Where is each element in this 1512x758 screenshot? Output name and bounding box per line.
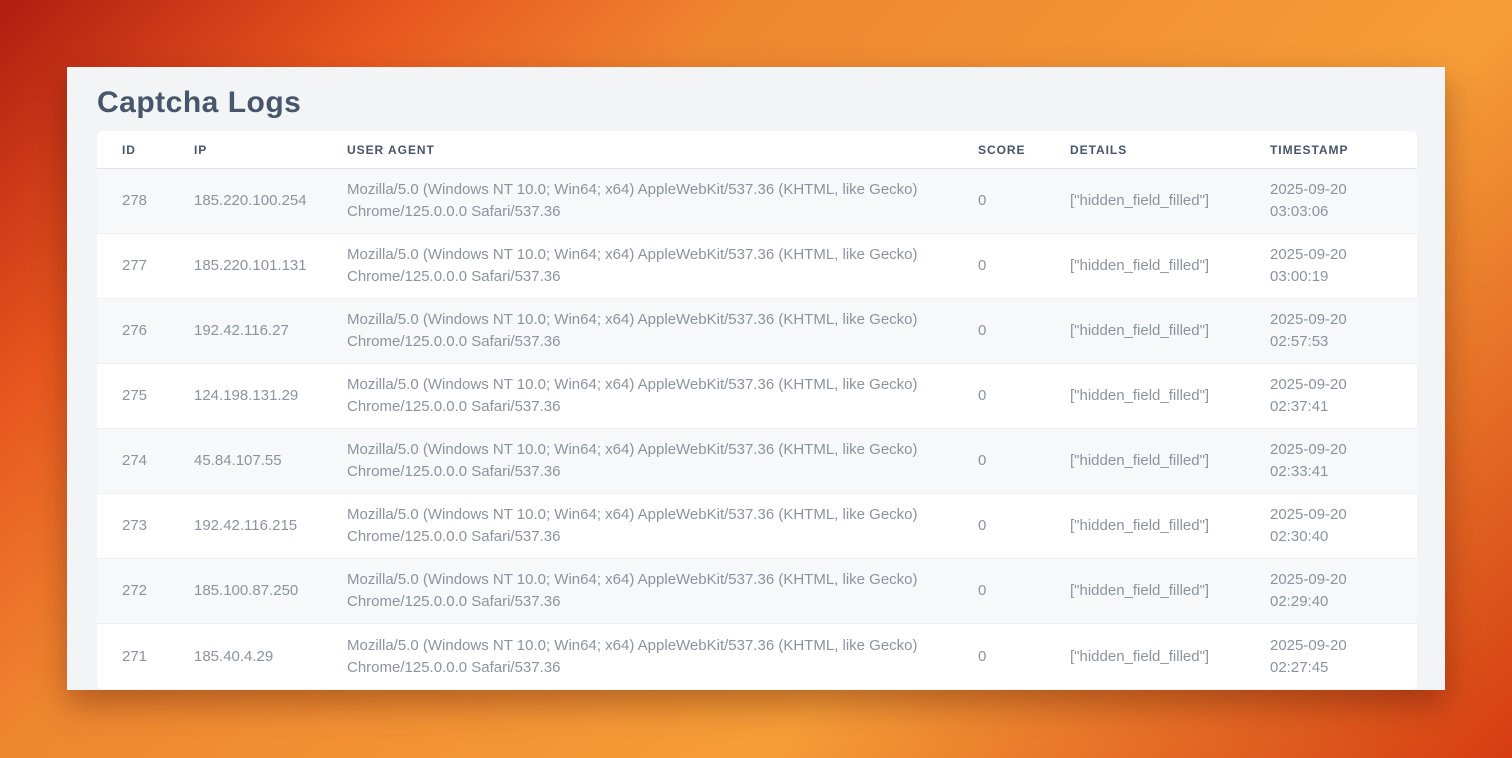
cell-ip: 185.220.100.254 — [169, 169, 322, 234]
cell-details: ["hidden_field_filled"] — [1045, 624, 1245, 689]
cell-score: 0 — [953, 169, 1045, 234]
cell-score: 0 — [953, 624, 1045, 689]
table-body: 278 185.220.100.254 Mozilla/5.0 (Windows… — [97, 169, 1417, 689]
cell-timestamp: 2025-09-20 02:29:40 — [1245, 559, 1417, 624]
column-header-user-agent: USER AGENT — [322, 131, 953, 169]
column-header-details: DETAILS — [1045, 131, 1245, 169]
cell-ip: 185.40.4.29 — [169, 624, 322, 689]
page-title: Captcha Logs — [97, 87, 1415, 119]
cell-details: ["hidden_field_filled"] — [1045, 364, 1245, 429]
cell-details: ["hidden_field_filled"] — [1045, 169, 1245, 234]
cell-ip: 192.42.116.215 — [169, 494, 322, 559]
column-header-score: SCORE — [953, 131, 1045, 169]
cell-details: ["hidden_field_filled"] — [1045, 429, 1245, 494]
cell-details: ["hidden_field_filled"] — [1045, 299, 1245, 364]
cell-ip: 185.220.101.131 — [169, 234, 322, 299]
cell-user-agent: Mozilla/5.0 (Windows NT 10.0; Win64; x64… — [322, 234, 953, 299]
cell-score: 0 — [953, 494, 1045, 559]
cell-timestamp: 2025-09-20 02:30:40 — [1245, 494, 1417, 559]
cell-timestamp: 2025-09-20 02:57:53 — [1245, 299, 1417, 364]
cell-timestamp: 2025-09-20 03:00:19 — [1245, 234, 1417, 299]
cell-score: 0 — [953, 234, 1045, 299]
cell-id: 275 — [97, 364, 169, 429]
cell-timestamp: 2025-09-20 03:03:06 — [1245, 169, 1417, 234]
cell-timestamp: 2025-09-20 02:27:45 — [1245, 624, 1417, 689]
cell-user-agent: Mozilla/5.0 (Windows NT 10.0; Win64; x64… — [322, 429, 953, 494]
cell-details: ["hidden_field_filled"] — [1045, 559, 1245, 624]
cell-score: 0 — [953, 559, 1045, 624]
cell-id: 271 — [97, 624, 169, 689]
cell-user-agent: Mozilla/5.0 (Windows NT 10.0; Win64; x64… — [322, 494, 953, 559]
cell-timestamp: 2025-09-20 02:33:41 — [1245, 429, 1417, 494]
cell-id: 272 — [97, 559, 169, 624]
cell-details: ["hidden_field_filled"] — [1045, 494, 1245, 559]
cell-score: 0 — [953, 429, 1045, 494]
table-row: 273 192.42.116.215 Mozilla/5.0 (Windows … — [97, 494, 1417, 559]
cell-user-agent: Mozilla/5.0 (Windows NT 10.0; Win64; x64… — [322, 169, 953, 234]
column-header-timestamp: TIMESTAMP — [1245, 131, 1417, 169]
cell-id: 274 — [97, 429, 169, 494]
table-header: ID IP USER AGENT SCORE DETAILS TIMESTAMP — [97, 131, 1417, 169]
cell-id: 273 — [97, 494, 169, 559]
cell-ip: 185.100.87.250 — [169, 559, 322, 624]
cell-user-agent: Mozilla/5.0 (Windows NT 10.0; Win64; x64… — [322, 364, 953, 429]
cell-score: 0 — [953, 299, 1045, 364]
table-row: 275 124.198.131.29 Mozilla/5.0 (Windows … — [97, 364, 1417, 429]
cell-user-agent: Mozilla/5.0 (Windows NT 10.0; Win64; x64… — [322, 559, 953, 624]
table-row: 272 185.100.87.250 Mozilla/5.0 (Windows … — [97, 559, 1417, 624]
captcha-logs-card: Captcha Logs ID IP USER AGENT SCORE DETA… — [67, 67, 1445, 690]
cell-id: 277 — [97, 234, 169, 299]
cell-ip: 192.42.116.27 — [169, 299, 322, 364]
table-row: 276 192.42.116.27 Mozilla/5.0 (Windows N… — [97, 299, 1417, 364]
table-row: 274 45.84.107.55 Mozilla/5.0 (Windows NT… — [97, 429, 1417, 494]
captcha-logs-table: ID IP USER AGENT SCORE DETAILS TIMESTAMP… — [97, 131, 1417, 689]
cell-user-agent: Mozilla/5.0 (Windows NT 10.0; Win64; x64… — [322, 624, 953, 689]
table-row: 278 185.220.100.254 Mozilla/5.0 (Windows… — [97, 169, 1417, 234]
column-header-ip: IP — [169, 131, 322, 169]
cell-details: ["hidden_field_filled"] — [1045, 234, 1245, 299]
cell-score: 0 — [953, 364, 1045, 429]
cell-ip: 124.198.131.29 — [169, 364, 322, 429]
table-row: 271 185.40.4.29 Mozilla/5.0 (Windows NT … — [97, 624, 1417, 689]
column-header-id: ID — [97, 131, 169, 169]
cell-id: 278 — [97, 169, 169, 234]
cell-ip: 45.84.107.55 — [169, 429, 322, 494]
table-row: 277 185.220.101.131 Mozilla/5.0 (Windows… — [97, 234, 1417, 299]
cell-timestamp: 2025-09-20 02:37:41 — [1245, 364, 1417, 429]
cell-id: 276 — [97, 299, 169, 364]
cell-user-agent: Mozilla/5.0 (Windows NT 10.0; Win64; x64… — [322, 299, 953, 364]
